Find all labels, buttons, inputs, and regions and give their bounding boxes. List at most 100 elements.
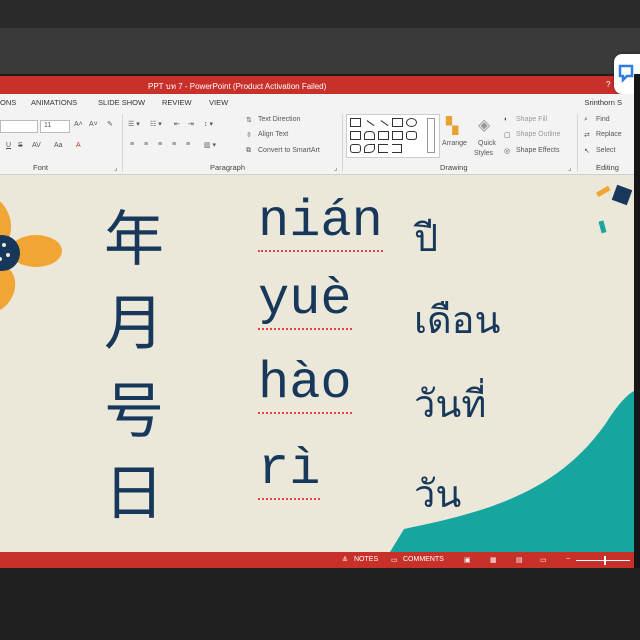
vocab-row: 月 yuè เดือน bbox=[0, 272, 634, 359]
drawing-dialog-launcher-icon[interactable]: ⌟ bbox=[568, 164, 571, 172]
shrink-font-icon[interactable]: A˅ bbox=[89, 121, 98, 128]
screen-bezel-right bbox=[634, 74, 640, 568]
distributed-icon[interactable]: ≡ bbox=[186, 141, 190, 148]
align-left-icon[interactable]: ≡ bbox=[130, 141, 134, 148]
ribbon: 11 A˄ A˅ ✎ U S AV Aa A Font ⌟ ☰ ▾ ☷ ▾ ⇤ … bbox=[0, 110, 634, 175]
font-dialog-launcher-icon[interactable]: ⌟ bbox=[114, 164, 117, 172]
pinyin-text[interactable]: rì bbox=[258, 442, 321, 500]
drawing-group-label: Drawing bbox=[440, 163, 468, 172]
line-spacing-icon[interactable]: ↕ ▾ bbox=[204, 120, 213, 128]
change-case-icon[interactable]: Aa bbox=[54, 142, 63, 149]
font-color-icon[interactable]: A bbox=[76, 142, 81, 149]
bracket-shape-icon[interactable] bbox=[378, 144, 388, 153]
quick-styles-icon: ◈ bbox=[478, 117, 491, 134]
text-box-icon[interactable] bbox=[350, 118, 361, 127]
tab-slide-show[interactable]: SLIDE SHOW bbox=[98, 98, 145, 107]
pinyin-text[interactable]: nián bbox=[258, 194, 383, 252]
paragraph-group-label: Paragraph bbox=[210, 163, 246, 172]
replace-button[interactable]: Replace bbox=[596, 131, 622, 138]
zoom-out-icon[interactable]: − bbox=[566, 556, 570, 563]
vocab-row: 日 rì วัน bbox=[0, 442, 634, 529]
quick-styles-label: Styles bbox=[474, 150, 494, 157]
rectangle-shape-icon[interactable] bbox=[350, 131, 361, 140]
tab-view[interactable]: VIEW bbox=[209, 98, 228, 107]
shape-outline-icon: ▢ bbox=[504, 132, 511, 139]
title-bar: PPT บท 7 - PowerPoint (Product Activatio… bbox=[0, 76, 634, 94]
normal-view-icon[interactable]: ▣ bbox=[464, 556, 471, 564]
align-right-icon[interactable]: ≡ bbox=[158, 141, 162, 148]
shape-outline-button[interactable]: Shape Outline bbox=[516, 131, 560, 138]
pinyin-text[interactable]: yuè bbox=[258, 272, 352, 330]
screen-bezel-band bbox=[0, 28, 640, 74]
notes-button[interactable]: NOTES bbox=[354, 556, 378, 563]
hanzi-text[interactable]: 号 bbox=[104, 363, 164, 450]
star-shape-icon[interactable] bbox=[406, 131, 417, 140]
columns-icon[interactable]: ▥ ▾ bbox=[204, 141, 216, 149]
arrange-button[interactable]: Arrange bbox=[442, 140, 467, 147]
slide-canvas[interactable]: 年 nián ปี 月 yuè เดือน 号 hào วันที่ 日 rì … bbox=[0, 175, 634, 552]
ribbon-tabs: ONS ANIMATIONS SLIDE SHOW REVIEW VIEW Sr… bbox=[0, 94, 634, 110]
zoom-slider-thumb[interactable] bbox=[604, 556, 606, 565]
quick-styles-button[interactable]: Quick bbox=[478, 140, 496, 147]
thai-text[interactable]: ปี bbox=[414, 207, 438, 268]
text-direction-icon: ⇅ bbox=[246, 117, 252, 124]
find-button[interactable]: Find bbox=[596, 116, 610, 123]
justify-icon[interactable]: ≡ bbox=[172, 141, 176, 148]
curve-shape-icon[interactable] bbox=[364, 144, 375, 153]
tab-transitions[interactable]: ONS bbox=[0, 98, 16, 107]
shape-effects-icon: ◎ bbox=[504, 148, 511, 155]
screen-bezel-bottom bbox=[0, 568, 640, 640]
bullets-icon[interactable]: ☰ ▾ bbox=[128, 120, 140, 128]
comments-button[interactable]: COMMENTS bbox=[403, 556, 444, 563]
gallery-scroll-icon[interactable] bbox=[427, 118, 435, 153]
tab-animations[interactable]: ANIMATIONS bbox=[31, 98, 77, 107]
hanzi-text[interactable]: 日 bbox=[104, 445, 164, 532]
slide-show-icon[interactable]: ▭ bbox=[540, 556, 547, 564]
smartart-icon: ⧉ bbox=[246, 147, 251, 154]
thai-text[interactable]: วันที่ bbox=[414, 373, 486, 434]
select-button[interactable]: Select bbox=[596, 147, 615, 154]
slide-sorter-icon[interactable]: ▦ bbox=[490, 556, 497, 564]
hanzi-text[interactable]: 月 bbox=[104, 275, 164, 362]
numbering-icon[interactable]: ☷ ▾ bbox=[150, 120, 162, 128]
convert-smartart-button[interactable]: Convert to SmartArt bbox=[258, 147, 320, 154]
triangle-shape-icon[interactable] bbox=[364, 131, 375, 140]
thai-text[interactable]: วัน bbox=[414, 463, 461, 524]
increase-indent-icon[interactable]: ⇥ bbox=[188, 120, 194, 128]
grow-font-icon[interactable]: A˄ bbox=[74, 121, 83, 128]
font-size-box[interactable]: 11 bbox=[40, 120, 70, 133]
oval-shape-icon[interactable] bbox=[406, 118, 417, 127]
hanzi-text[interactable]: 年 bbox=[104, 191, 164, 278]
connector-shape-icon[interactable] bbox=[378, 131, 389, 140]
align-text-icon: ⇳ bbox=[246, 132, 252, 139]
font-size-value: 11 bbox=[44, 122, 52, 129]
font-name-box[interactable] bbox=[0, 120, 38, 133]
shapes-gallery[interactable] bbox=[346, 114, 440, 158]
decrease-indent-icon[interactable]: ⇤ bbox=[174, 120, 180, 128]
align-text-button[interactable]: Align Text bbox=[258, 131, 288, 138]
pinyin-text[interactable]: hào bbox=[258, 356, 352, 414]
shape-fill-button[interactable]: Shape Fill bbox=[516, 116, 547, 123]
reading-view-icon[interactable]: ▤ bbox=[516, 556, 523, 564]
arrange-icon: ▚ bbox=[446, 118, 459, 135]
underline-icon[interactable]: U bbox=[6, 142, 11, 149]
arrow-shape-icon[interactable] bbox=[392, 131, 403, 140]
shape-effects-button[interactable]: Shape Effects bbox=[516, 147, 559, 154]
user-name[interactable]: Srinthorn S bbox=[584, 98, 622, 107]
replace-icon: ⇄ bbox=[584, 132, 590, 139]
align-center-icon[interactable]: ≡ bbox=[144, 141, 148, 148]
editing-group-label: Editing bbox=[596, 163, 619, 172]
rectangle-shape-icon[interactable] bbox=[392, 118, 403, 127]
zoom-slider[interactable] bbox=[576, 556, 630, 565]
char-spacing-icon[interactable]: AV bbox=[32, 142, 41, 149]
brace-shape-icon[interactable] bbox=[392, 144, 402, 153]
shape-fill-icon: ◐ bbox=[504, 116, 509, 123]
thai-text[interactable]: เดือน bbox=[414, 289, 500, 350]
callout-shape-icon[interactable] bbox=[350, 144, 361, 153]
paragraph-dialog-launcher-icon[interactable]: ⌟ bbox=[334, 164, 337, 172]
help-icon[interactable]: ? bbox=[606, 80, 610, 89]
strikethrough-icon[interactable]: S bbox=[18, 142, 23, 149]
text-direction-button[interactable]: Text Direction bbox=[258, 116, 300, 123]
tab-review[interactable]: REVIEW bbox=[162, 98, 192, 107]
clear-format-icon[interactable]: ✎ bbox=[107, 120, 113, 128]
